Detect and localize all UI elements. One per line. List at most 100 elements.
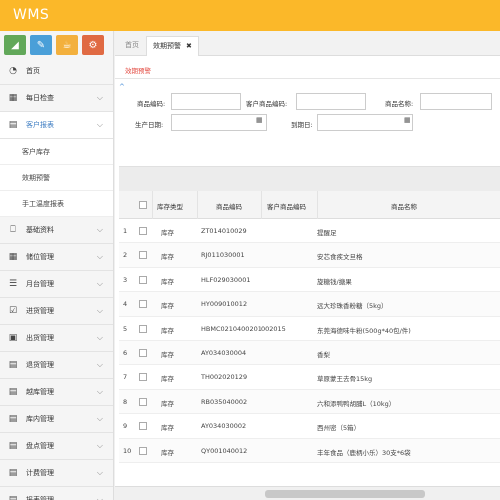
sidebar: ◢ ✎ ☕ ⚙ ◔ 首页 ▦ 每日检查 ⌵ ▤ 客户报表 ⌵ 客户库存 效期预警 手工温度报表 ⎕ 基础… xyxy=(0,31,114,500)
table-row[interactable]: 3 库存 HLF029030001 旋糖钱/搪果 xyxy=(119,268,500,293)
cell-name: 丰年食品（鹿柄小乐）30支*6袋 xyxy=(317,448,411,457)
sidebar-item-crossdock-management[interactable]: ▤ 越库管理 ⌵ xyxy=(0,379,113,406)
sidebar-subitem-customer-stock[interactable]: 客户库存 xyxy=(0,139,113,165)
sidebar-subitem-expiry-warning[interactable]: 效期预警 xyxy=(0,165,113,191)
table-icon: ▤ xyxy=(8,495,18,500)
chevron-down-icon: ⌵ xyxy=(96,495,103,500)
column-header-stock-type[interactable]: 库存类型 xyxy=(157,201,183,211)
sidebar-item-label: 库内管理 xyxy=(26,415,54,423)
table-row[interactable]: 9 库存 AY034030002 西州密（5箱） xyxy=(119,414,500,439)
table-row[interactable]: 7 库存 TH002020129 草原蒙王去骨15kg xyxy=(119,365,500,390)
sidebar-item-shipping-management[interactable]: ▣ 出货管理 ⌵ xyxy=(0,325,113,352)
row-checkbox[interactable] xyxy=(139,446,147,455)
product-code-label: 商品编码: xyxy=(137,100,166,108)
sidebar-nav: ◔ 首页 ▦ 每日检查 ⌵ ▤ 客户报表 ⌵ 客户库存 效期预警 手工温度报表 ⎕ 基础资料 ⌵ ▦ 储位管理… xyxy=(0,58,113,500)
column-divider xyxy=(317,191,318,219)
file-icon: ⎕ xyxy=(10,225,16,235)
column-header-product-code[interactable]: 商品编码 xyxy=(216,201,242,211)
cell-code: ZT014010029 xyxy=(201,227,247,235)
sidebar-item-warehouse-management[interactable]: ▤ 库内管理 ⌵ xyxy=(0,406,113,433)
sidebar-item-basic-data[interactable]: ⎕ 基础资料 ⌵ xyxy=(0,217,113,244)
pencil-icon[interactable]: ✎ xyxy=(30,35,52,55)
sidebar-subitem-manual-temperature-report[interactable]: 手工温度报表 xyxy=(0,191,113,217)
table-row[interactable]: 10 库存 QY001040012 丰年食品（鹿柄小乐）30支*6袋 xyxy=(119,438,500,463)
calendar-icon[interactable]: ▦ xyxy=(404,116,411,124)
sidebar-item-dock-management[interactable]: ☰ 月台管理 ⌵ xyxy=(0,271,113,298)
cell-no: 10 xyxy=(123,446,132,455)
row-checkbox[interactable] xyxy=(139,373,147,382)
sidebar-item-billing-management[interactable]: ▤ 计费管理 ⌵ xyxy=(0,460,113,487)
sidebar-item-daily-check[interactable]: ▦ 每日检查 ⌵ xyxy=(0,85,113,112)
sidebar-item-location-management[interactable]: ▦ 储位管理 ⌵ xyxy=(0,244,113,271)
cell-code: RJ011030001 xyxy=(201,251,245,260)
calendar-icon[interactable]: ▦ xyxy=(256,116,263,124)
table-icon: ▤ xyxy=(8,387,18,397)
production-date-input[interactable] xyxy=(171,114,267,131)
production-date-label: 生产日期: xyxy=(135,121,164,129)
expiry-date-input[interactable] xyxy=(317,114,413,131)
table-row[interactable]: 8 库存 RB035040002 六和添鸭鸭胡脯L（10kg） xyxy=(119,389,500,415)
sidebar-item-home[interactable]: ◔ 首页 xyxy=(0,58,113,85)
row-checkbox[interactable] xyxy=(139,227,147,235)
row-checkbox[interactable] xyxy=(139,422,147,431)
list-icon: ☰ xyxy=(8,279,18,289)
tab-expiry-warning[interactable]: 效期预警 ✖ xyxy=(146,36,199,56)
sidebar-item-receiving-management[interactable]: ☑ 进货管理 ⌵ xyxy=(0,298,113,325)
sidebar-item-customer-reports[interactable]: ▤ 客户报表 ⌵ xyxy=(0,112,113,139)
cell-no: 7 xyxy=(123,373,128,382)
sidebar-item-label: 退货管理 xyxy=(26,361,54,369)
cell-code: AY034030004 xyxy=(201,348,247,357)
cell-type: 库存 xyxy=(161,253,174,262)
table-row[interactable]: 6 库存 AY034030004 香梨 xyxy=(119,340,500,366)
row-checkbox[interactable] xyxy=(139,251,147,260)
cell-name: 远大珍珠香粉糖（5kg） xyxy=(317,302,388,311)
chevron-down-icon: ⌵ xyxy=(96,93,103,102)
table-icon: ▤ xyxy=(8,120,18,130)
chevron-down-icon: ⌵ xyxy=(96,387,103,396)
select-all-checkbox[interactable] xyxy=(139,201,147,209)
grid-icon: ▦ xyxy=(8,252,18,262)
tab-home[interactable]: 首页 xyxy=(119,36,145,56)
row-checkbox[interactable] xyxy=(139,275,147,284)
row-checkbox[interactable] xyxy=(139,324,147,333)
horizontal-scrollbar[interactable] xyxy=(115,486,500,500)
row-checkbox[interactable] xyxy=(139,348,147,357)
cell-name: 草原蒙王去骨15kg xyxy=(317,375,373,384)
sidebar-item-label: 计费管理 xyxy=(26,469,54,477)
table-row[interactable]: 2 库存 RJ011030001 安芯食疾文旦格 xyxy=(119,243,500,268)
main-panel: 首页 效期预警 ✖ 效期预警 ^ 商品编码: 客户商品编码: 商品名称: 生产日期… xyxy=(115,31,500,500)
grid-toolbar xyxy=(119,166,500,191)
table-row[interactable]: 5 库存 HBMC0210400201 002015 东莞海德味牛粉(500g*40包/… xyxy=(119,317,500,341)
sidebar-item-inventory-count[interactable]: ▤ 盘点管理 ⌵ xyxy=(0,433,113,460)
table-row[interactable]: 1 库存 ZT014010029 提醒足 xyxy=(119,219,500,244)
sidebar-item-report-management[interactable]: ▤ 报表管理 ⌵ xyxy=(0,487,113,500)
cell-type: 库存 xyxy=(161,277,174,286)
cell-type: 库存 xyxy=(161,424,174,433)
sidebar-item-returns-management[interactable]: ▤ 退货管理 ⌵ xyxy=(0,352,113,379)
gears-icon[interactable]: ⚙ xyxy=(82,35,104,55)
column-header-product-name[interactable]: 商品名称 xyxy=(391,201,417,211)
row-checkbox[interactable] xyxy=(139,300,147,309)
checkbox-icon: ☑ xyxy=(8,306,18,316)
close-icon[interactable]: ✖ xyxy=(186,42,192,50)
sidebar-item-label: 客户报表 xyxy=(26,121,54,129)
column-header-customer-product-code[interactable]: 客户商品编码 xyxy=(267,201,306,211)
cup-icon[interactable]: ☕ xyxy=(56,35,78,55)
product-code-input[interactable] xyxy=(171,93,241,110)
cell-code: TH002020129 xyxy=(201,373,248,382)
collapse-icon[interactable]: ^ xyxy=(119,83,125,91)
cell-type: 库存 xyxy=(161,375,174,384)
row-checkbox[interactable] xyxy=(139,397,147,406)
sidebar-item-label: 进货管理 xyxy=(26,307,54,315)
scrollbar-thumb[interactable] xyxy=(265,490,425,498)
product-name-label: 商品名称: xyxy=(385,100,414,108)
customer-product-code-input[interactable] xyxy=(296,93,366,110)
sidebar-item-label: 基础资料 xyxy=(26,226,54,234)
chevron-down-icon: ⌵ xyxy=(96,279,103,288)
cell-type: 库存 xyxy=(161,448,174,457)
table-row[interactable]: 4 库存 HY009010012 远大珍珠香粉糖（5kg） xyxy=(119,292,500,317)
cell-type: 库存 xyxy=(161,326,174,335)
product-name-input[interactable] xyxy=(420,93,492,110)
grid-body: 1 库存 ZT014010029 提醒足 2 库存 RJ011030001 安芯食疾文旦格 3 库… xyxy=(119,219,500,463)
chart-icon[interactable]: ◢ xyxy=(4,35,26,55)
